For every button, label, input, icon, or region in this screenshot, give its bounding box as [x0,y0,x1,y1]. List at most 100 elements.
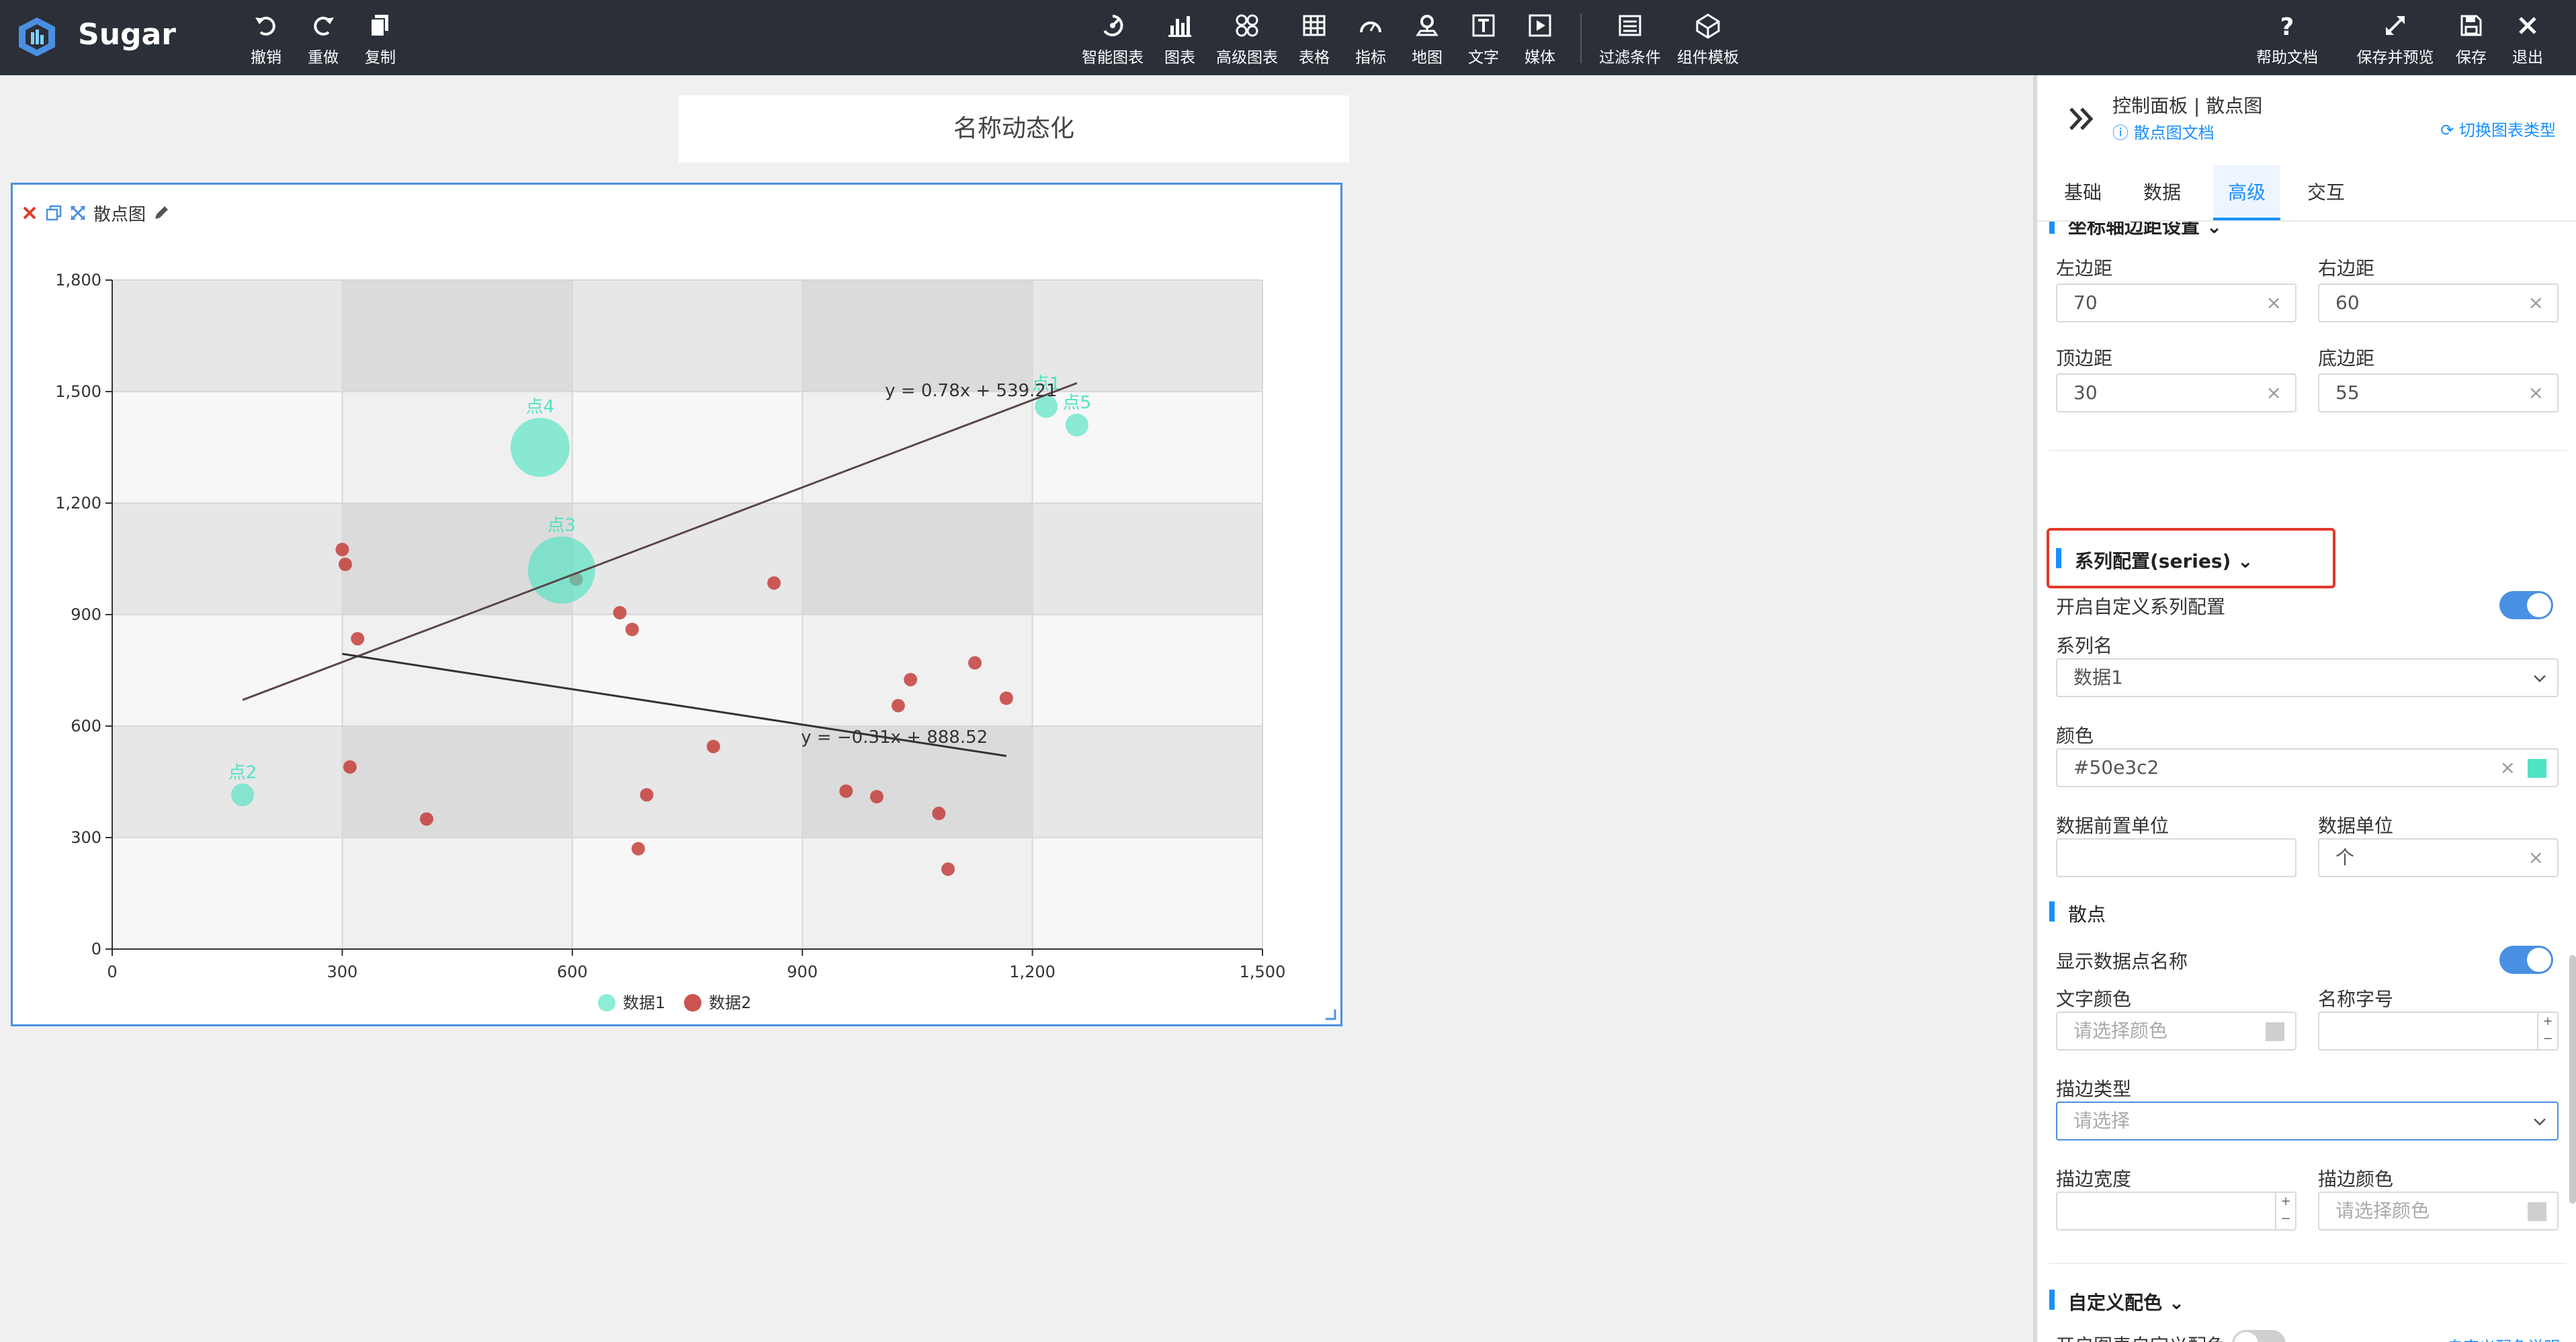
media-button[interactable]: 媒体 [1508,12,1572,66]
plot-band-y [112,615,1262,726]
toolbar-divider [1580,13,1582,63]
data-point-series2 [839,784,853,798]
top-margin-value: 30 [2073,382,2098,404]
data-point-series2 [932,807,946,821]
custom-series-toggle[interactable] [2499,591,2553,619]
data-point-series2 [338,557,352,572]
stepper-arrows[interactable]: + − [2537,1013,2557,1049]
text-button[interactable]: 文字 [1451,12,1516,66]
series-name-label: 系列名 [2056,635,2113,657]
map-button[interactable]: 地图 [1395,12,1459,66]
indicator-button[interactable]: 指标 [1338,12,1403,66]
data-point-series2 [343,760,357,774]
text-color-input[interactable]: 请选择颜色 [2056,1012,2296,1050]
left-margin-label: 左边距 [2056,257,2113,279]
color-swatch[interactable] [2528,1202,2546,1221]
help-doc-button[interactable]: ? 帮助文档 [2255,12,2319,66]
prefix-unit-input[interactable] [2056,838,2296,877]
clear-icon[interactable]: × [2528,840,2544,876]
stroke-width-stepper[interactable]: + − [2056,1192,2296,1231]
name-font-size-stepper[interactable]: + − [2318,1012,2559,1050]
data-point-label: 点5 [1063,393,1092,413]
custom-color-section-title[interactable]: 自定义配色 ⌄ [2049,1288,2184,1315]
help-doc-label: 帮助文档 [2256,49,2318,66]
data-unit-value: 个 [2335,846,2355,868]
trend-line-equation: y = −0.31x + 888.52 [801,727,988,748]
help-icon: ? [2280,13,2294,39]
save-preview-button[interactable]: 保存并预览 [2352,12,2439,66]
tab-advanced[interactable]: 高级 [2213,165,2280,220]
panel-scrollbar[interactable] [2569,955,2576,1204]
clear-icon[interactable]: × [2528,375,2544,411]
tab-interaction[interactable]: 交互 [2292,165,2360,220]
series-name-select[interactable]: 数据1 [2056,658,2559,697]
clear-icon[interactable]: × [2266,375,2282,411]
color-input[interactable]: #50e3c2 × [2056,748,2559,787]
data-unit-input[interactable]: 个 × [2318,838,2559,877]
trend-line-equation: y = 0.78x + 539.21 [885,381,1057,401]
data-point-series2 [613,606,627,620]
stroke-color-input[interactable]: 请选择颜色 [2318,1192,2559,1231]
copy-button[interactable]: 复制 [348,12,413,66]
axis-margin-section-title[interactable]: 坐标轴边距设置 ⌄ [2049,222,2222,239]
close-icon [2519,17,2536,34]
custom-color-help-link[interactable]: 自定义配色说明 [2447,1334,2560,1342]
color-swatch[interactable] [2266,1022,2284,1041]
smart-chart-button[interactable]: 智能图表 [1080,12,1145,66]
top-margin-input[interactable]: 30 × [2056,373,2296,412]
data-point-series2 [891,699,905,713]
component-template-button[interactable]: 组件模板 [1676,12,1740,66]
clear-icon[interactable]: × [2528,285,2544,321]
scatter-chart-widget[interactable]: 散点图 0 300 600 900 1,200 1,500 0 300 600 900 1,200 1… [11,183,1342,1026]
resize-handle-icon[interactable] [1323,1007,1336,1020]
panel-title: 控制面板 | 散点图 [2112,95,2263,117]
redo-button[interactable]: 重做 [291,12,355,66]
switch-chart-type-link[interactable]: ⟳ 切换图表类型 [2440,117,2556,140]
data-point-label: 点2 [228,762,257,782]
x-tick-label: 900 [787,963,818,981]
stepper-arrows[interactable]: + − [2275,1193,2295,1229]
show-point-name-toggle[interactable] [2499,946,2553,974]
save-button[interactable]: 保存 [2439,12,2503,66]
table-icon [1303,15,1326,36]
custom-color-label: 开启图表自定义配色 [2056,1331,2225,1342]
redo-label: 重做 [308,49,339,66]
filter-icon [1619,15,1641,36]
right-margin-input[interactable]: 60 × [2318,283,2559,322]
y-tick-label: 600 [71,717,101,735]
data-unit-label: 数据单位 [2318,815,2394,837]
dashboard-title[interactable]: 名称动态化 [679,95,1349,163]
series-section-title[interactable]: 系列配置(series) ⌄ [2056,547,2253,574]
custom-color-toggle[interactable] [2232,1330,2286,1342]
tab-basic[interactable]: 基础 [2049,165,2116,220]
x-tick-label: 300 [327,963,357,981]
exit-button[interactable]: 退出 [2495,12,2560,66]
filter-button[interactable]: 过滤条件 [1598,12,1662,66]
text-color-label: 文字颜色 [2056,988,2132,1010]
media-icon [1529,14,1551,37]
chart-button[interactable]: 图表 [1148,12,1212,66]
undo-button[interactable]: 撤销 [234,12,298,66]
undo-label: 撤销 [251,49,282,66]
color-swatch[interactable] [2528,759,2546,778]
toggle-knob [2234,1332,2258,1342]
redo-icon [314,16,334,36]
advanced-chart-button[interactable]: 高级图表 [1215,12,1279,66]
chevron-down-icon [2534,1118,2546,1126]
tab-data[interactable]: 数据 [2129,165,2196,220]
save-icon [2460,15,2482,36]
scatter-doc-link[interactable]: ⓘ 散点图文档 [2112,120,2215,143]
table-button[interactable]: 表格 [1282,12,1346,66]
clear-icon[interactable]: × [2500,750,2516,786]
right-margin-label: 右边距 [2318,257,2375,279]
bottom-margin-input[interactable]: 55 × [2318,373,2559,412]
plot-band-y [112,503,1262,615]
left-margin-input[interactable]: 70 × [2056,283,2296,322]
clear-icon[interactable]: × [2266,285,2282,321]
collapse-panel-icon[interactable] [2065,102,2099,136]
stroke-type-select[interactable]: 请选择 [2056,1102,2559,1140]
color-value: #50e3c2 [2073,756,2159,778]
map-pin-icon [1416,15,1439,36]
chevron-down-icon [2534,675,2546,682]
scatter-section-title: 散点 [2049,900,2106,927]
